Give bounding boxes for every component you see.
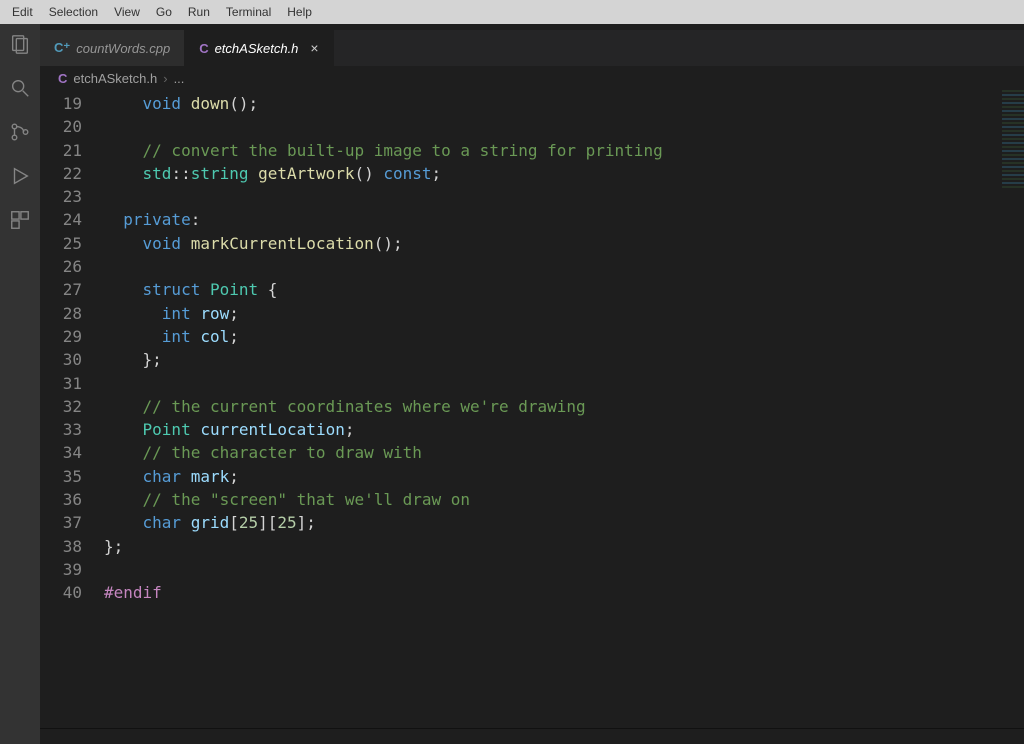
menu-view[interactable]: View	[106, 3, 148, 21]
code-line[interactable]: std::string getArtwork() const;	[104, 162, 1024, 185]
code-line[interactable]: // the character to draw with	[104, 441, 1024, 464]
code-line[interactable]: #endif	[104, 581, 1024, 604]
code-line[interactable]: // the "screen" that we'll draw on	[104, 488, 1024, 511]
breadcrumb-ellipsis: ...	[174, 71, 185, 86]
code-line[interactable]: private:	[104, 208, 1024, 231]
editor-group: C⁺ countWords.cpp CetchASketch.h × C etchAS…	[40, 24, 1024, 744]
tab-title: countWords.cpp	[76, 41, 170, 56]
line-number: 26	[40, 255, 82, 278]
line-number: 24	[40, 208, 82, 231]
line-number: 34	[40, 441, 82, 464]
activity-bar	[0, 24, 40, 744]
line-number: 40	[40, 581, 82, 604]
line-number: 25	[40, 232, 82, 255]
code-line[interactable]: void down();	[104, 92, 1024, 115]
line-number: 37	[40, 511, 82, 534]
line-number: 22	[40, 162, 82, 185]
line-number: 27	[40, 278, 82, 301]
breadcrumb-sep: ›	[163, 71, 167, 86]
search-icon[interactable]	[8, 76, 32, 100]
breadcrumb[interactable]: C etchASketch.h › ...	[40, 66, 1024, 90]
code-line[interactable]: // convert the built-up image to a strin…	[104, 139, 1024, 162]
menu-terminal[interactable]: Terminal	[218, 3, 279, 21]
code-line[interactable]: // the current coordinates where we're d…	[104, 395, 1024, 418]
line-number: 29	[40, 325, 82, 348]
code-line[interactable]	[104, 558, 1024, 581]
line-number: 21	[40, 139, 82, 162]
line-number: 32	[40, 395, 82, 418]
code-line[interactable]: void markCurrentLocation();	[104, 232, 1024, 255]
status-strip	[40, 728, 1024, 744]
code-line[interactable]: char grid[25][25];	[104, 511, 1024, 534]
minimap[interactable]	[1002, 90, 1024, 190]
breadcrumb-file: etchASketch.h	[73, 71, 157, 86]
close-icon[interactable]: ×	[310, 41, 318, 55]
line-number: 20	[40, 115, 82, 138]
line-number: 36	[40, 488, 82, 511]
line-number: 23	[40, 185, 82, 208]
line-number: 39	[40, 558, 82, 581]
tab-bar: C⁺ countWords.cpp CetchASketch.h ×	[40, 30, 1024, 66]
code-line[interactable]	[104, 255, 1024, 278]
menu-edit[interactable]: Edit	[4, 3, 41, 21]
code-line[interactable]	[104, 372, 1024, 395]
menubar: EditSelectionViewGoRunTerminalHelp	[0, 0, 1024, 24]
menu-help[interactable]: Help	[279, 3, 320, 21]
tab-title: etchASketch.h	[215, 41, 299, 56]
debug-icon[interactable]	[8, 164, 32, 188]
line-number-gutter: 1920212223242526272829303132333435363738…	[40, 90, 100, 728]
file-type-icon: C	[199, 41, 208, 56]
code-line[interactable]: char mark;	[104, 465, 1024, 488]
code-line[interactable]: int col;	[104, 325, 1024, 348]
line-number: 30	[40, 348, 82, 371]
code-line[interactable]: };	[104, 535, 1024, 558]
line-number: 35	[40, 465, 82, 488]
breadcrumb-lang-icon: C	[58, 71, 67, 86]
code-line[interactable]: struct Point {	[104, 278, 1024, 301]
menu-selection[interactable]: Selection	[41, 3, 106, 21]
extensions-icon[interactable]	[8, 208, 32, 232]
code-line[interactable]: Point currentLocation;	[104, 418, 1024, 441]
tab-etchASketch-h[interactable]: CetchASketch.h ×	[185, 30, 333, 66]
line-number: 28	[40, 302, 82, 325]
code-area[interactable]: void down(); // convert the built-up ima…	[100, 90, 1024, 728]
editor[interactable]: 1920212223242526272829303132333435363738…	[40, 90, 1024, 728]
line-number: 33	[40, 418, 82, 441]
explorer-icon[interactable]	[8, 32, 32, 56]
line-number: 31	[40, 372, 82, 395]
menu-run[interactable]: Run	[180, 3, 218, 21]
main-area: C⁺ countWords.cpp CetchASketch.h × C etchAS…	[0, 24, 1024, 744]
tab-countWords-cpp[interactable]: C⁺ countWords.cpp	[40, 30, 185, 66]
code-line[interactable]: int row;	[104, 302, 1024, 325]
menu-go[interactable]: Go	[148, 3, 180, 21]
file-type-icon: C⁺	[54, 40, 70, 56]
code-line[interactable]	[104, 115, 1024, 138]
code-line[interactable]	[104, 185, 1024, 208]
code-line[interactable]: };	[104, 348, 1024, 371]
line-number: 38	[40, 535, 82, 558]
source-control-icon[interactable]	[8, 120, 32, 144]
line-number: 19	[40, 92, 82, 115]
